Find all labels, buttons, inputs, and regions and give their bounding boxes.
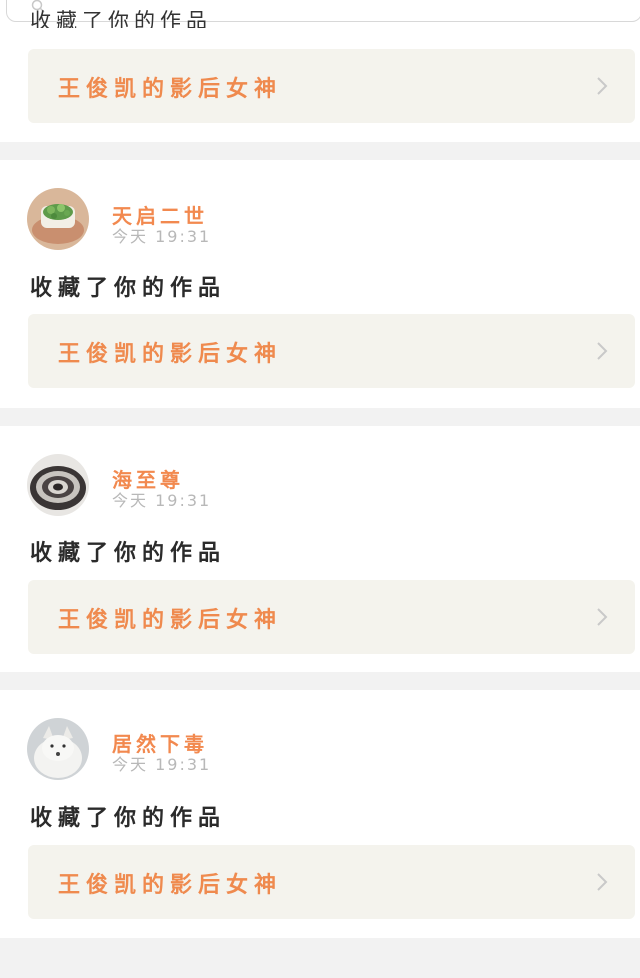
card-separator bbox=[0, 142, 640, 160]
action-text: 收藏了你的作品 bbox=[30, 276, 227, 301]
notification-card: 居然下毒 今天 19:31 收藏了你的作品 王俊凯的影后女神 bbox=[0, 690, 640, 938]
work-link[interactable]: 王俊凯的影后女神 bbox=[28, 580, 635, 654]
chevron-right-icon bbox=[597, 342, 608, 360]
avatar-plant-icon bbox=[27, 188, 89, 250]
work-title: 王俊凯的影后女神 bbox=[58, 77, 283, 102]
notification-card: 王俊凯的影后女神 bbox=[0, 28, 640, 142]
card-separator bbox=[0, 672, 640, 690]
timestamp: 今天 19:31 bbox=[112, 755, 212, 774]
chevron-right-icon bbox=[597, 873, 608, 891]
timestamp: 今天 19:31 bbox=[112, 227, 212, 246]
chevron-right-icon bbox=[597, 608, 608, 626]
card-separator bbox=[0, 408, 640, 426]
user-avatar[interactable] bbox=[27, 718, 89, 780]
timestamp: 今天 19:31 bbox=[112, 491, 212, 510]
work-title: 王俊凯的影后女神 bbox=[58, 342, 283, 367]
notification-card: 天启二世 今天 19:31 收藏了你的作品 王俊凯的影后女神 bbox=[0, 160, 640, 408]
work-title: 王俊凯的影后女神 bbox=[58, 608, 283, 633]
avatar-fox-icon bbox=[27, 718, 89, 780]
user-avatar[interactable] bbox=[27, 188, 89, 250]
user-avatar[interactable] bbox=[27, 454, 89, 516]
notification-card: 海至尊 今天 19:31 收藏了你的作品 王俊凯的影后女神 bbox=[0, 426, 640, 672]
action-text: 收藏了你的作品 bbox=[30, 806, 227, 831]
work-link[interactable]: 王俊凯的影后女神 bbox=[28, 314, 635, 388]
action-text: 收藏了你的作品 bbox=[30, 541, 227, 566]
card-separator bbox=[0, 938, 640, 978]
avatar-swirl-icon bbox=[27, 454, 89, 516]
work-link[interactable]: 王俊凯的影后女神 bbox=[28, 49, 635, 123]
work-link[interactable]: 王俊凯的影后女神 bbox=[28, 845, 635, 919]
work-title: 王俊凯的影后女神 bbox=[58, 873, 283, 898]
chevron-right-icon bbox=[597, 77, 608, 95]
